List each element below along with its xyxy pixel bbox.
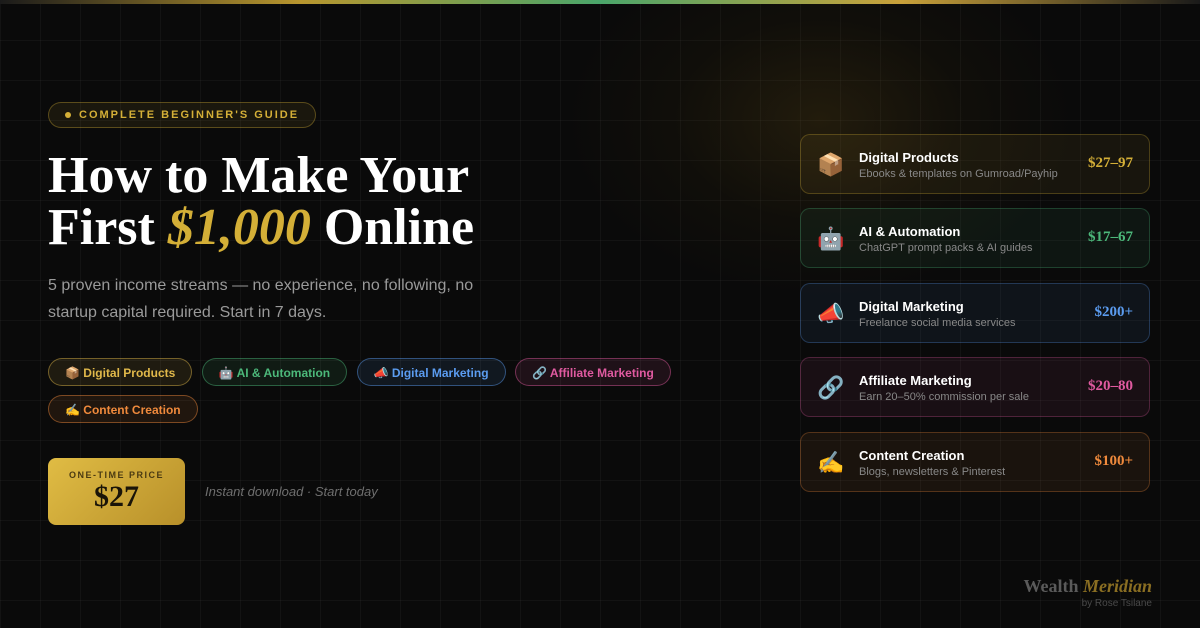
stream-description: Freelance social media services [859, 317, 1016, 329]
robot-icon: 🤖 [817, 226, 845, 251]
stream-card-affiliate-marketing[interactable]: 🔗 Affiliate Marketing Earn 20–50% commis… [800, 357, 1150, 417]
stream-title: AI & Automation [859, 224, 961, 239]
headline-highlight: $1,000 [167, 199, 311, 256]
stream-card-content-creation[interactable]: ✍️ Content Creation Blogs, newsletters &… [800, 432, 1150, 492]
subtitle: 5 proven income streams — no experience,… [48, 277, 474, 321]
megaphone-icon: 📣 [817, 301, 845, 326]
package-icon: 📦 [817, 152, 845, 177]
eyebrow-badge: COMPLETE BEGINNER'S GUIDE [48, 102, 317, 128]
chip-content-creation[interactable]: ✍️ Content Creation [48, 395, 198, 423]
price-value: $27 [94, 480, 139, 513]
stream-price: $27–97 [1088, 155, 1133, 171]
brand-name-prefix: Wealth [1023, 576, 1083, 596]
stream-card-ai-automation[interactable]: 🤖 AI & Automation ChatGPT prompt packs &… [800, 208, 1150, 268]
stream-description: ChatGPT prompt packs & AI guides [859, 242, 1033, 254]
brand-signature: Wealth Meridian by Rose Tsilane [1023, 576, 1152, 609]
link-icon: 🔗 [817, 375, 845, 400]
stream-title: Digital Products [859, 150, 959, 165]
headline-prefix: First [48, 199, 168, 256]
price-label: ONE-TIME PRICE [68, 470, 164, 480]
stream-price: $200+ [1094, 304, 1133, 320]
brand-byline: by Rose Tsilane [1081, 598, 1152, 609]
headline-line-2: First $1,000 Online [48, 202, 748, 254]
brand-name: Wealth Meridian [1023, 576, 1152, 597]
headline-suffix: Online [310, 199, 475, 256]
stream-card-digital-marketing[interactable]: 📣 Digital Marketing Freelance social med… [800, 283, 1150, 343]
stream-card-digital-products[interactable]: 📦 Digital Products Ebooks & templates on… [800, 134, 1150, 194]
chip-ai-automation[interactable]: 🤖 AI & Automation [201, 358, 348, 386]
category-chips: 📦 Digital Products 🤖 AI & Automation 📣 D… [48, 358, 688, 432]
headline: How to Make Your First $1,000 Online [48, 150, 748, 254]
price-note: Instant download · Start today [205, 484, 378, 499]
dot-icon [65, 112, 71, 118]
stream-description: Earn 20–50% commission per sale [859, 391, 1029, 403]
stream-description: Ebooks & templates on Gumroad/Payhip [859, 168, 1058, 180]
writing-hand-icon: ✍️ [817, 450, 845, 475]
chip-digital-products[interactable]: 📦 Digital Products [48, 358, 193, 386]
brand-name-highlight: Meridian [1082, 576, 1152, 596]
stream-title: Affiliate Marketing [859, 373, 972, 388]
stream-title: Content Creation [859, 448, 965, 463]
eyebrow-label: COMPLETE BEGINNER'S GUIDE [79, 109, 300, 121]
stream-price: $17–67 [1088, 229, 1133, 245]
stream-price: $20–80 [1088, 378, 1133, 394]
stream-price: $100+ [1094, 453, 1133, 469]
chip-affiliate-marketing[interactable]: 🔗 Affiliate Marketing [515, 358, 671, 386]
stream-title: Digital Marketing [859, 299, 964, 314]
stream-description: Blogs, newsletters & Pinterest [859, 466, 1006, 478]
price-box[interactable]: ONE-TIME PRICE $27 [48, 458, 185, 525]
top-accent-bar [0, 0, 1200, 4]
headline-line-1: How to Make Your [48, 147, 470, 204]
chip-digital-marketing[interactable]: 📣 Digital Marketing [356, 358, 506, 386]
